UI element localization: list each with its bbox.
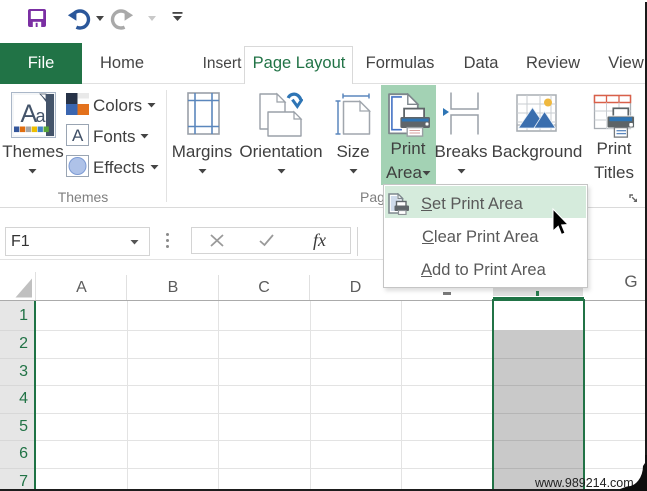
svg-text:a: a (36, 106, 47, 126)
svg-text:A: A (72, 126, 84, 145)
